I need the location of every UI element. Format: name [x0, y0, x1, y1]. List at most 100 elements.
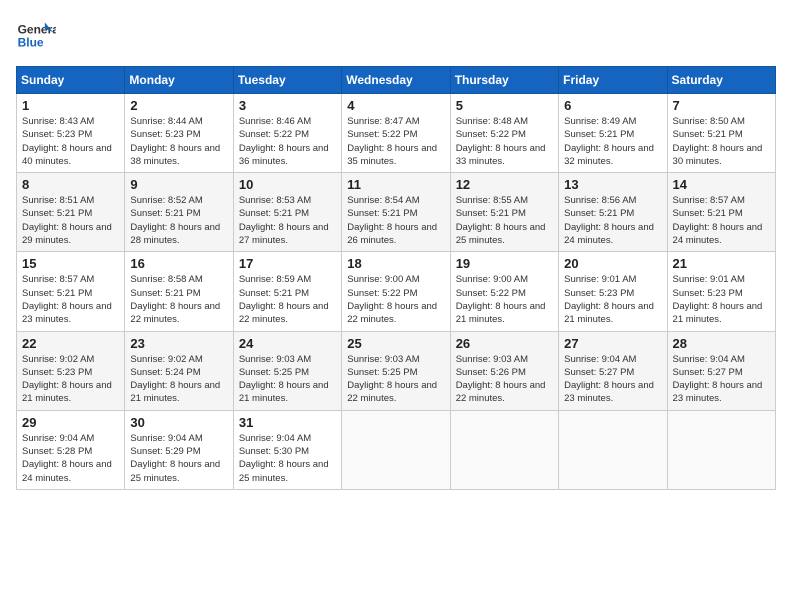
day-number: 15: [22, 256, 119, 271]
day-info: Sunrise: 8:52 AMSunset: 5:21 PMDaylight:…: [130, 195, 220, 246]
day-info: Sunrise: 8:57 AMSunset: 5:21 PMDaylight:…: [22, 274, 112, 325]
svg-text:Blue: Blue: [18, 35, 44, 49]
day-info: Sunrise: 9:04 AMSunset: 5:28 PMDaylight:…: [22, 433, 112, 484]
day-info: Sunrise: 8:56 AMSunset: 5:21 PMDaylight:…: [564, 195, 654, 246]
day-info: Sunrise: 9:00 AMSunset: 5:22 PMDaylight:…: [347, 274, 437, 325]
calendar-cell: 18 Sunrise: 9:00 AMSunset: 5:22 PMDaylig…: [342, 252, 450, 331]
calendar-body: 1 Sunrise: 8:43 AMSunset: 5:23 PMDayligh…: [17, 94, 776, 490]
day-info: Sunrise: 8:55 AMSunset: 5:21 PMDaylight:…: [456, 195, 546, 246]
calendar-cell: 8 Sunrise: 8:51 AMSunset: 5:21 PMDayligh…: [17, 173, 125, 252]
day-info: Sunrise: 9:04 AMSunset: 5:29 PMDaylight:…: [130, 433, 220, 484]
logo-icon: General Blue: [16, 16, 56, 56]
day-number: 7: [673, 98, 770, 113]
calendar-cell: 14 Sunrise: 8:57 AMSunset: 5:21 PMDaylig…: [667, 173, 775, 252]
calendar-week-row: 15 Sunrise: 8:57 AMSunset: 5:21 PMDaylig…: [17, 252, 776, 331]
calendar-cell: 11 Sunrise: 8:54 AMSunset: 5:21 PMDaylig…: [342, 173, 450, 252]
logo: General Blue: [16, 16, 60, 56]
day-info: Sunrise: 9:04 AMSunset: 5:27 PMDaylight:…: [564, 354, 654, 405]
day-number: 12: [456, 177, 553, 192]
calendar-cell: [667, 410, 775, 489]
day-info: Sunrise: 9:02 AMSunset: 5:23 PMDaylight:…: [22, 354, 112, 405]
day-info: Sunrise: 9:04 AMSunset: 5:30 PMDaylight:…: [239, 433, 329, 484]
day-number: 18: [347, 256, 444, 271]
day-number: 30: [130, 415, 227, 430]
day-info: Sunrise: 8:51 AMSunset: 5:21 PMDaylight:…: [22, 195, 112, 246]
calendar-cell: 5 Sunrise: 8:48 AMSunset: 5:22 PMDayligh…: [450, 94, 558, 173]
day-number: 23: [130, 336, 227, 351]
calendar-cell: 27 Sunrise: 9:04 AMSunset: 5:27 PMDaylig…: [559, 331, 667, 410]
calendar-cell: 3 Sunrise: 8:46 AMSunset: 5:22 PMDayligh…: [233, 94, 341, 173]
day-info: Sunrise: 8:44 AMSunset: 5:23 PMDaylight:…: [130, 116, 220, 167]
calendar-cell: 28 Sunrise: 9:04 AMSunset: 5:27 PMDaylig…: [667, 331, 775, 410]
calendar-cell: 15 Sunrise: 8:57 AMSunset: 5:21 PMDaylig…: [17, 252, 125, 331]
day-number: 20: [564, 256, 661, 271]
calendar-header-row: SundayMondayTuesdayWednesdayThursdayFrid…: [17, 67, 776, 94]
day-number: 10: [239, 177, 336, 192]
day-number: 6: [564, 98, 661, 113]
weekday-header-monday: Monday: [125, 67, 233, 94]
calendar-cell: [450, 410, 558, 489]
day-info: Sunrise: 9:00 AMSunset: 5:22 PMDaylight:…: [456, 274, 546, 325]
day-number: 1: [22, 98, 119, 113]
day-number: 17: [239, 256, 336, 271]
day-info: Sunrise: 8:50 AMSunset: 5:21 PMDaylight:…: [673, 116, 763, 167]
calendar-cell: 4 Sunrise: 8:47 AMSunset: 5:22 PMDayligh…: [342, 94, 450, 173]
weekday-header-tuesday: Tuesday: [233, 67, 341, 94]
calendar-cell: 12 Sunrise: 8:55 AMSunset: 5:21 PMDaylig…: [450, 173, 558, 252]
day-number: 3: [239, 98, 336, 113]
day-number: 13: [564, 177, 661, 192]
weekday-header-saturday: Saturday: [667, 67, 775, 94]
calendar-week-row: 29 Sunrise: 9:04 AMSunset: 5:28 PMDaylig…: [17, 410, 776, 489]
day-info: Sunrise: 8:48 AMSunset: 5:22 PMDaylight:…: [456, 116, 546, 167]
day-number: 26: [456, 336, 553, 351]
day-number: 8: [22, 177, 119, 192]
day-number: 4: [347, 98, 444, 113]
calendar-cell: 19 Sunrise: 9:00 AMSunset: 5:22 PMDaylig…: [450, 252, 558, 331]
day-number: 19: [456, 256, 553, 271]
calendar-cell: 25 Sunrise: 9:03 AMSunset: 5:25 PMDaylig…: [342, 331, 450, 410]
calendar-cell: 16 Sunrise: 8:58 AMSunset: 5:21 PMDaylig…: [125, 252, 233, 331]
calendar-cell: 26 Sunrise: 9:03 AMSunset: 5:26 PMDaylig…: [450, 331, 558, 410]
day-info: Sunrise: 8:47 AMSunset: 5:22 PMDaylight:…: [347, 116, 437, 167]
calendar-table: SundayMondayTuesdayWednesdayThursdayFrid…: [16, 66, 776, 490]
calendar-cell: 20 Sunrise: 9:01 AMSunset: 5:23 PMDaylig…: [559, 252, 667, 331]
calendar-cell: 22 Sunrise: 9:02 AMSunset: 5:23 PMDaylig…: [17, 331, 125, 410]
calendar-cell: 10 Sunrise: 8:53 AMSunset: 5:21 PMDaylig…: [233, 173, 341, 252]
day-info: Sunrise: 9:04 AMSunset: 5:27 PMDaylight:…: [673, 354, 763, 405]
day-number: 27: [564, 336, 661, 351]
day-info: Sunrise: 8:46 AMSunset: 5:22 PMDaylight:…: [239, 116, 329, 167]
day-info: Sunrise: 9:01 AMSunset: 5:23 PMDaylight:…: [673, 274, 763, 325]
day-info: Sunrise: 9:03 AMSunset: 5:25 PMDaylight:…: [239, 354, 329, 405]
day-info: Sunrise: 8:49 AMSunset: 5:21 PMDaylight:…: [564, 116, 654, 167]
day-number: 21: [673, 256, 770, 271]
day-info: Sunrise: 8:43 AMSunset: 5:23 PMDaylight:…: [22, 116, 112, 167]
calendar-cell: 31 Sunrise: 9:04 AMSunset: 5:30 PMDaylig…: [233, 410, 341, 489]
calendar-cell: 2 Sunrise: 8:44 AMSunset: 5:23 PMDayligh…: [125, 94, 233, 173]
calendar-week-row: 8 Sunrise: 8:51 AMSunset: 5:21 PMDayligh…: [17, 173, 776, 252]
calendar-week-row: 22 Sunrise: 9:02 AMSunset: 5:23 PMDaylig…: [17, 331, 776, 410]
weekday-header-friday: Friday: [559, 67, 667, 94]
day-number: 16: [130, 256, 227, 271]
weekday-header-thursday: Thursday: [450, 67, 558, 94]
day-info: Sunrise: 8:53 AMSunset: 5:21 PMDaylight:…: [239, 195, 329, 246]
calendar-cell: 7 Sunrise: 8:50 AMSunset: 5:21 PMDayligh…: [667, 94, 775, 173]
day-info: Sunrise: 8:58 AMSunset: 5:21 PMDaylight:…: [130, 274, 220, 325]
day-info: Sunrise: 8:59 AMSunset: 5:21 PMDaylight:…: [239, 274, 329, 325]
day-number: 22: [22, 336, 119, 351]
day-number: 24: [239, 336, 336, 351]
calendar-cell: 30 Sunrise: 9:04 AMSunset: 5:29 PMDaylig…: [125, 410, 233, 489]
calendar-cell: 21 Sunrise: 9:01 AMSunset: 5:23 PMDaylig…: [667, 252, 775, 331]
day-number: 25: [347, 336, 444, 351]
weekday-header-wednesday: Wednesday: [342, 67, 450, 94]
day-info: Sunrise: 9:02 AMSunset: 5:24 PMDaylight:…: [130, 354, 220, 405]
day-number: 2: [130, 98, 227, 113]
calendar-cell: [342, 410, 450, 489]
day-number: 9: [130, 177, 227, 192]
day-info: Sunrise: 9:03 AMSunset: 5:26 PMDaylight:…: [456, 354, 546, 405]
day-info: Sunrise: 8:57 AMSunset: 5:21 PMDaylight:…: [673, 195, 763, 246]
calendar-cell: 29 Sunrise: 9:04 AMSunset: 5:28 PMDaylig…: [17, 410, 125, 489]
day-info: Sunrise: 8:54 AMSunset: 5:21 PMDaylight:…: [347, 195, 437, 246]
calendar-cell: 24 Sunrise: 9:03 AMSunset: 5:25 PMDaylig…: [233, 331, 341, 410]
calendar-cell: 17 Sunrise: 8:59 AMSunset: 5:21 PMDaylig…: [233, 252, 341, 331]
calendar-cell: [559, 410, 667, 489]
